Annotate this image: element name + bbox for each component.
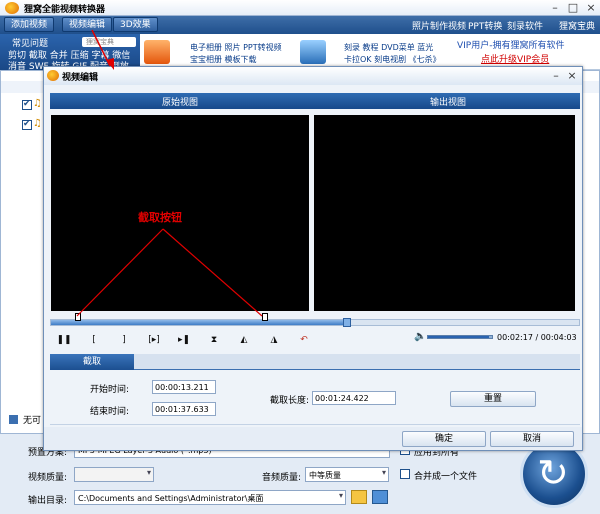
chevron-down-icon: ▾ (381, 468, 386, 477)
minimize-icon[interactable]: – (549, 70, 563, 82)
output-view-label: 输出视图 (430, 98, 467, 108)
audio-file-icon: ♫ (33, 98, 42, 109)
minimize-icon[interactable]: – (548, 2, 562, 14)
chevron-down-icon: ▾ (338, 491, 343, 500)
burn-software-link[interactable]: 刻录软件 (507, 19, 543, 32)
vip-info[interactable]: VIP用户-拥有狸窝所有软件 (457, 38, 565, 51)
output-dir-value: C:\Documents and Settings\Administrator\… (78, 494, 264, 503)
timeline-handle[interactable] (343, 318, 351, 327)
original-view-label: 原始视图 (162, 98, 199, 108)
video-quality-select[interactable]: ▾ (74, 467, 154, 482)
album-links-row1[interactable]: 电子相册 照片 PPT转视频 (190, 42, 282, 53)
cancel-button[interactable]: 取消 (490, 431, 574, 447)
app-title: 狸窝全能视频转换器 (24, 5, 106, 15)
ppt-convert-link[interactable]: PPT转换 (468, 19, 502, 32)
status-text: 无可 (23, 416, 42, 426)
fade-in-icon[interactable]: ◭ (236, 332, 252, 348)
video-quality-label: 视频质量: (28, 473, 68, 483)
crop-length-field[interactable]: 00:01:24.422 (312, 391, 396, 405)
merge-checkbox[interactable] (400, 469, 410, 479)
output-video-view (314, 115, 575, 311)
video-edit-dialog: 视频编辑 – × 原始视图 输出视图 ❚❚ [ ] [▸] ▸❚ ⧗ ◭ ◮ ↶… (43, 66, 583, 451)
chevron-down-icon: ▾ (146, 468, 151, 477)
time-display: 00:02:17 / 00:04:03 (497, 333, 577, 342)
edit-tabs: 截取 (50, 354, 580, 370)
merge-label: 合并成一个文件 (414, 472, 478, 482)
file-checkbox[interactable] (22, 99, 32, 110)
timeline-progress (51, 320, 347, 325)
menu-bar: 添加视频 视频编辑 3D效果 照片制作视频 PPT转换 刻录软件 狸窝宝典 (0, 16, 600, 34)
close-icon[interactable]: × (565, 70, 579, 82)
open-folder-icon[interactable] (372, 490, 388, 504)
start-time-field[interactable]: 00:00:13.211 (152, 380, 216, 394)
set-end-icon[interactable]: ] (116, 332, 132, 348)
file-checkbox[interactable] (22, 119, 32, 130)
pause-icon[interactable]: ❚❚ (56, 332, 72, 348)
refresh-arrow-icon: ↻ (537, 451, 569, 495)
output-dir-field[interactable]: C:\Documents and Settings\Administrator\… (74, 490, 346, 505)
album-links-row2[interactable]: 宝宝相册 模板下载 (190, 54, 257, 65)
set-start-icon[interactable]: [ (86, 332, 102, 348)
crop-start-marker[interactable] (75, 313, 81, 321)
burn-links-row1[interactable]: 刻录 教程 DVD菜单 蓝光 (344, 42, 433, 53)
volume-icon[interactable]: 🔈 (414, 331, 426, 342)
volume-slider[interactable] (427, 335, 493, 339)
video-edit-button[interactable]: 视频编辑 (62, 17, 113, 32)
start-time-label: 开始时间: (90, 385, 130, 395)
dialog-footer: 确定 取消 (44, 427, 582, 450)
audio-quality-select[interactable]: 中等质量 ▾ (305, 467, 389, 482)
faq-search-input[interactable]: 狸窝宝典 (82, 37, 136, 47)
liwo-guide-link[interactable]: 狸窝宝典 (559, 19, 595, 32)
vip-upgrade-link[interactable]: 点此升级VIP会员 (481, 52, 549, 65)
fade-out-icon[interactable]: ◮ (266, 332, 282, 348)
audio-quality-label: 音频质量: (262, 473, 302, 483)
end-time-label: 结束时间: (90, 407, 130, 417)
faq-panel: 常见问题 狸窝宝典 剪切 截取 合并 压缩 字幕 微信 消音 SWF 旋转 GI… (0, 34, 140, 72)
dialog-title-bar: 视频编辑 – × (44, 67, 582, 85)
close-icon[interactable]: × (584, 2, 598, 14)
ok-button[interactable]: 确定 (402, 431, 486, 447)
audio-file-icon: ♫ (33, 118, 42, 129)
reset-button[interactable]: 重置 (450, 391, 536, 407)
dvd-icon[interactable] (300, 40, 326, 64)
burn-links-row2[interactable]: 卡拉OK 刻电视剧 《七杀》 (344, 54, 441, 65)
folder-icon[interactable] (351, 490, 367, 504)
effect-3d-button[interactable]: 3D效果 (113, 17, 158, 32)
view-header: 原始视图 输出视图 (50, 93, 580, 109)
annotation-text: 截取按钮 (138, 211, 182, 224)
crop-panel: 开始时间: 00:00:13.211 结束时间: 00:01:37.633 截取… (50, 370, 580, 425)
dialog-title: 视频编辑 (62, 73, 99, 83)
ppt-icon[interactable] (144, 40, 170, 64)
status-icon (9, 415, 18, 424)
photo-video-link[interactable]: 照片制作视频 (412, 19, 466, 32)
volume-level (428, 336, 489, 338)
play-pause-icon[interactable]: ▸❚ (176, 332, 192, 348)
crop-length-label: 截取长度: (270, 396, 310, 406)
app-logo-icon (5, 2, 19, 14)
output-label: 输出目录: (28, 496, 68, 506)
undo-icon[interactable]: ↶ (296, 332, 312, 348)
end-time-field[interactable]: 00:01:37.633 (152, 402, 216, 416)
crop-end-marker[interactable] (262, 313, 268, 321)
tab-crop[interactable]: 截取 (50, 354, 134, 370)
add-video-button[interactable]: 添加视频 (4, 17, 55, 32)
maximize-icon[interactable]: □ (566, 2, 580, 14)
main-title-bar: 狸窝全能视频转换器 – □ × (0, 0, 600, 16)
split-icon[interactable]: ⧗ (206, 332, 222, 348)
audio-quality-value: 中等质量 (309, 471, 341, 480)
app-logo-icon (47, 70, 59, 81)
timeline-slider[interactable] (50, 318, 580, 327)
play-selection-icon[interactable]: [▸] (146, 332, 162, 348)
